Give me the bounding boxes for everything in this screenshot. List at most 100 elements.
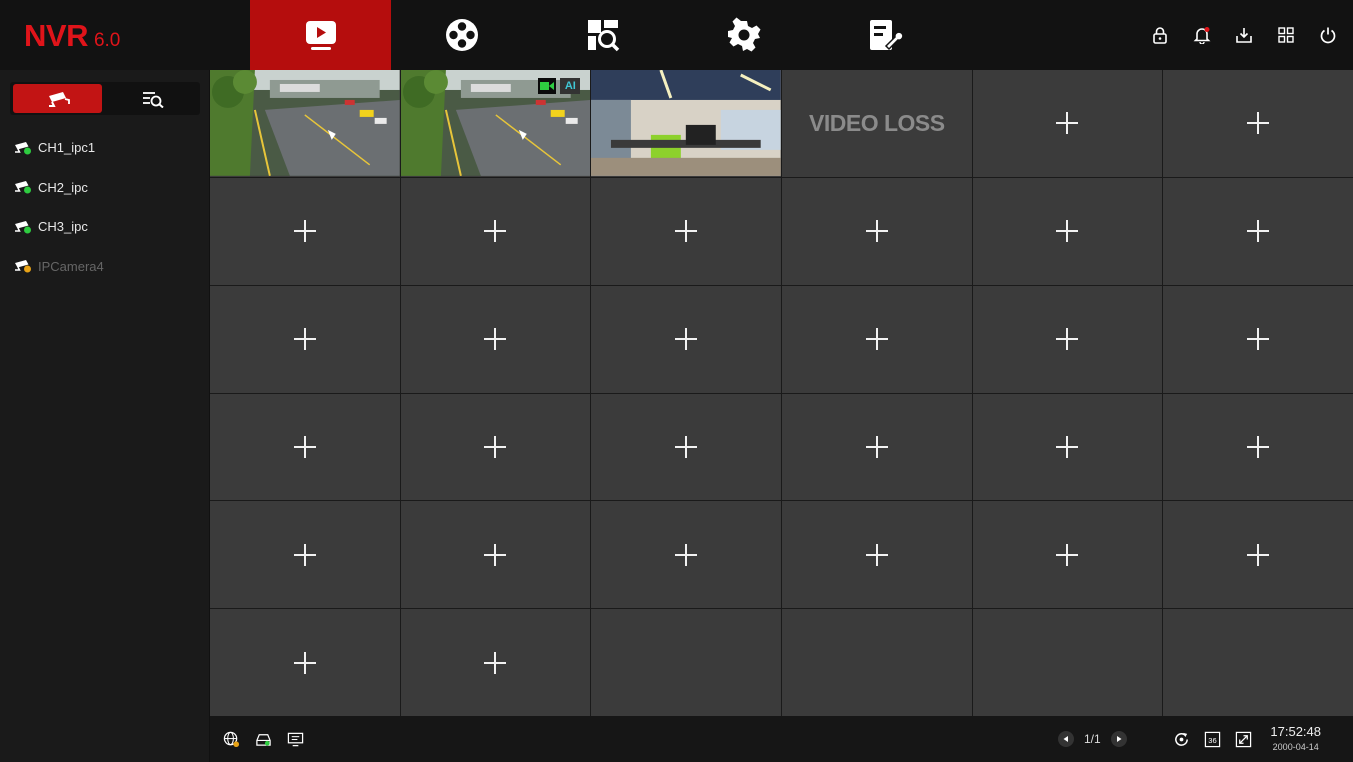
plus-icon: [1247, 220, 1270, 243]
camera-list: CH1_ipc1 CH2_ipc CH3_ipc IPCamera4: [14, 128, 104, 286]
add-camera-cell[interactable]: [400, 177, 591, 285]
sidebar: CH1_ipc1 CH2_ipc CH3_ipc IPCamera4: [0, 70, 209, 762]
tab-device-search[interactable]: [105, 82, 200, 115]
layout-icon: [1278, 27, 1294, 43]
video-loss-cell[interactable]: VIDEO LOSS: [782, 70, 972, 177]
network-button[interactable]: [222, 730, 240, 748]
add-camera-cell[interactable]: [400, 393, 591, 501]
logo-text: NVR: [24, 18, 88, 53]
hdd-button[interactable]: [254, 730, 272, 748]
camera-item-ipcamera4[interactable]: IPCamera4: [14, 247, 104, 287]
camera-item-ch2[interactable]: CH2_ipc: [14, 168, 104, 208]
add-camera-cell[interactable]: [972, 177, 1163, 285]
bottom-right-toolbar: 36: [1172, 730, 1252, 748]
add-camera-cell[interactable]: [400, 501, 591, 609]
plus-icon: [1056, 435, 1079, 458]
feed-badges: AI: [538, 78, 581, 94]
add-camera-cell[interactable]: [210, 285, 400, 393]
add-camera-cell[interactable]: [782, 285, 972, 393]
plus-icon: [675, 435, 698, 458]
add-camera-cell[interactable]: [400, 609, 591, 716]
settings-icon: [727, 17, 760, 52]
playback-icon: [445, 19, 478, 51]
next-page-button[interactable]: [1110, 731, 1127, 747]
layout-button[interactable]: [1275, 22, 1297, 48]
empty-cell[interactable]: [972, 609, 1163, 716]
add-camera-cell[interactable]: [400, 285, 591, 393]
add-camera-cell[interactable]: [972, 393, 1163, 501]
add-camera-cell[interactable]: [972, 285, 1163, 393]
nav-search[interactable]: [532, 0, 673, 70]
add-camera-cell[interactable]: [591, 501, 781, 609]
camera-item-ch1[interactable]: CH1_ipc1: [14, 128, 104, 168]
add-camera-cell[interactable]: [1163, 393, 1353, 501]
video-grid: AI VIDEO LOSS: [210, 70, 1353, 716]
add-camera-cell[interactable]: [210, 609, 400, 716]
split-36-label: 36: [1208, 735, 1216, 744]
camera-feed-ch3[interactable]: [591, 70, 781, 177]
empty-cell[interactable]: [782, 609, 972, 716]
camera-online-icon: [15, 181, 31, 194]
plus-icon: [293, 220, 316, 243]
add-camera-cell[interactable]: [210, 393, 400, 501]
lock-icon: [1153, 27, 1167, 44]
add-camera-cell[interactable]: [972, 70, 1163, 177]
alarm-button[interactable]: [1191, 22, 1213, 48]
split-36-button[interactable]: 36: [1203, 730, 1221, 748]
add-camera-cell[interactable]: [210, 501, 400, 609]
page-indicator: 1/1: [1084, 732, 1101, 746]
plus-icon: [1056, 220, 1079, 243]
plus-icon: [675, 543, 698, 566]
nav-settings[interactable]: [673, 0, 814, 70]
plus-icon: [293, 328, 316, 351]
plus-icon: [865, 328, 888, 351]
power-button[interactable]: [1317, 22, 1339, 48]
camera-feed-ch1[interactable]: [210, 70, 400, 177]
top-bar: NVR 6.0: [0, 0, 1353, 70]
add-camera-cell[interactable]: [1163, 501, 1353, 609]
plus-icon: [865, 435, 888, 458]
add-camera-cell[interactable]: [1163, 70, 1353, 177]
bottom-left-toolbar: [222, 730, 304, 748]
lock-button[interactable]: [1149, 22, 1171, 48]
nav-maintenance[interactable]: [814, 0, 955, 70]
search-icon: [587, 20, 619, 52]
plus-icon: [1247, 543, 1270, 566]
page-navigator: 1/1: [1058, 731, 1127, 747]
video-loss-text: VIDEO LOSS: [809, 109, 945, 136]
add-camera-cell[interactable]: [972, 501, 1163, 609]
add-camera-cell[interactable]: [591, 393, 781, 501]
add-camera-cell[interactable]: [782, 501, 972, 609]
add-camera-cell[interactable]: [1163, 177, 1353, 285]
empty-cell[interactable]: [591, 609, 781, 716]
download-button[interactable]: [1233, 22, 1255, 48]
clock-date: 2000-04-14: [1272, 742, 1319, 752]
add-camera-cell[interactable]: [782, 177, 972, 285]
add-camera-cell[interactable]: [782, 393, 972, 501]
power-icon: [1320, 27, 1336, 44]
maintenance-icon: [869, 20, 903, 51]
add-camera-cell[interactable]: [591, 177, 781, 285]
triangle-left-icon: [1063, 736, 1068, 742]
display-button[interactable]: [286, 730, 304, 748]
nav-live-view[interactable]: [250, 0, 391, 70]
plus-icon: [293, 651, 316, 674]
add-camera-cell[interactable]: [210, 177, 400, 285]
clock-time: 17:52:48: [1270, 724, 1321, 739]
prev-page-button[interactable]: [1058, 731, 1074, 747]
add-camera-cell[interactable]: [591, 285, 781, 393]
empty-cell[interactable]: [1163, 609, 1353, 716]
nav-playback[interactable]: [391, 0, 532, 70]
sequence-button[interactable]: [1172, 730, 1190, 748]
camera-item-ch3[interactable]: CH3_ipc: [14, 207, 104, 247]
fullscreen-button[interactable]: [1234, 730, 1252, 748]
plus-icon: [1056, 112, 1079, 135]
add-camera-cell[interactable]: [1163, 285, 1353, 393]
plus-icon: [1247, 112, 1270, 135]
tab-camera-list[interactable]: [13, 84, 102, 113]
network-icon: [223, 731, 239, 747]
plus-icon: [484, 435, 507, 458]
device-search-icon: [142, 91, 164, 108]
plus-icon: [865, 220, 888, 243]
camera-feed-ch2[interactable]: AI: [400, 70, 591, 177]
